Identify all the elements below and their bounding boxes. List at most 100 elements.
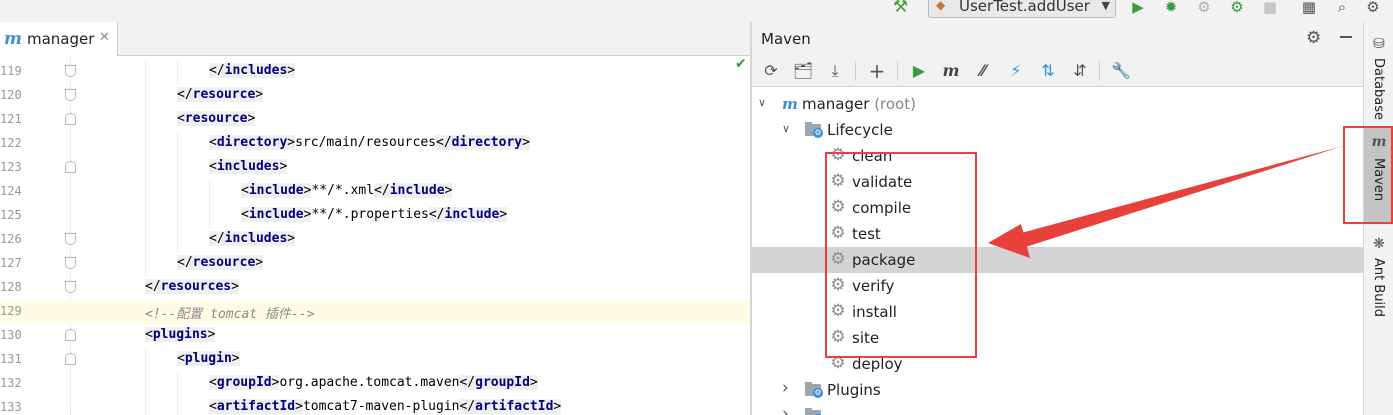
tree-root-label: manager (root) bbox=[802, 95, 916, 113]
fold-marker-icon[interactable] bbox=[65, 161, 76, 173]
indent-guide bbox=[177, 60, 178, 84]
code-line[interactable]: 126 </includes> bbox=[0, 228, 750, 252]
run-configuration-dropdown[interactable]: ◆ UserTest.addUser ▼ bbox=[928, 0, 1116, 18]
tree-root-suffix: (root) bbox=[874, 95, 916, 113]
settings-icon[interactable]: ⚙ bbox=[1362, 0, 1384, 16]
plugins-label: Plugins bbox=[827, 381, 881, 399]
skip-tests-icon[interactable]: ⚡ bbox=[1005, 60, 1027, 82]
line-number: 132 bbox=[0, 376, 22, 390]
fold-marker-icon[interactable] bbox=[65, 353, 76, 365]
line-number: 131 bbox=[0, 352, 22, 366]
code-line[interactable]: 130 <plugins> bbox=[0, 324, 750, 348]
wrench-icon[interactable]: 🔧 bbox=[1110, 60, 1132, 82]
code-area[interactable]: 119 </includes> 120 </resource> 121 <resource… bbox=[0, 56, 750, 415]
hammer-icon[interactable]: ⚒ bbox=[893, 0, 915, 16]
chevron-down-icon: ▼ bbox=[1101, 0, 1110, 12]
code-line[interactable]: 119 </includes> bbox=[0, 60, 750, 84]
code-line[interactable]: 122 <directory>src/main/resources</direct… bbox=[0, 132, 750, 156]
fold-marker-icon[interactable] bbox=[65, 65, 76, 77]
indent-guide bbox=[145, 84, 146, 108]
coverage-icon[interactable]: ⚙ bbox=[1193, 0, 1215, 16]
indent-guide bbox=[209, 204, 210, 228]
code-line[interactable]: 120 </resource> bbox=[0, 84, 750, 108]
download-icon[interactable]: ⤓ bbox=[824, 60, 846, 82]
code-line[interactable]: 129 <!--配置 tomcat 插件--> bbox=[0, 300, 750, 324]
code-line[interactable]: 124 <include>**/*.xml</include> bbox=[0, 180, 750, 204]
line-number: 133 bbox=[0, 400, 22, 414]
gear-icon[interactable]: ⚙ bbox=[1306, 28, 1321, 48]
debug-icon[interactable]: ✹ bbox=[1160, 0, 1182, 16]
code-line[interactable]: 123 <includes> bbox=[0, 156, 750, 180]
database-label: Database bbox=[1371, 58, 1386, 121]
line-number: 121 bbox=[0, 112, 22, 126]
toolbar-separator bbox=[897, 61, 898, 81]
line-number: 125 bbox=[0, 208, 22, 222]
chevron-right-icon[interactable]: › bbox=[782, 378, 789, 398]
tab-label: manager bbox=[27, 30, 95, 48]
indent-guide bbox=[145, 156, 146, 180]
profile-icon[interactable]: ⚙ bbox=[1226, 0, 1248, 16]
indent-guide bbox=[145, 132, 146, 156]
toggle-offline-icon[interactable]: ⁄⁄ bbox=[972, 60, 994, 82]
tree-plugins[interactable]: › ⚙ Plugins bbox=[752, 377, 1363, 403]
toolbar-separator bbox=[855, 61, 856, 81]
inspection-ok-icon: ✔ bbox=[735, 56, 747, 72]
fold-marker-icon[interactable] bbox=[65, 257, 76, 269]
code-line[interactable]: 125 <include>**/*.properties</include> bbox=[0, 204, 750, 228]
code-text: <!--配置 tomcat 插件--> bbox=[145, 307, 315, 322]
fold-marker-icon[interactable] bbox=[65, 113, 76, 125]
fold-marker-icon[interactable] bbox=[65, 233, 76, 245]
maven-title: Maven bbox=[761, 30, 811, 48]
run-icon[interactable]: ▶ bbox=[1127, 0, 1149, 16]
generate-sources-icon[interactable]: 🗂 bbox=[792, 60, 814, 82]
code-text: <plugins> bbox=[145, 327, 216, 342]
annotation-box-lifecycle bbox=[825, 152, 977, 358]
code-line[interactable]: 132 <groupId>org.apache.tomcat.maven</gro… bbox=[0, 372, 750, 396]
fold-marker-icon[interactable] bbox=[65, 89, 76, 101]
tree-root-manager[interactable]: ∨ m manager (root) bbox=[752, 91, 1363, 117]
chevron-right-icon[interactable]: › bbox=[782, 404, 789, 415]
chevron-down-icon[interactable]: ∨ bbox=[782, 122, 790, 135]
stop-icon[interactable]: ■ bbox=[1259, 0, 1281, 16]
tree-lifecycle[interactable]: ∨ ⚙ Lifecycle bbox=[752, 117, 1363, 143]
indent-guide bbox=[145, 108, 146, 132]
editor-tab-bar: m manager ✕ bbox=[0, 22, 750, 56]
run-config-label: UserTest.addUser bbox=[959, 0, 1090, 15]
run-icon[interactable]: ▶ bbox=[908, 60, 930, 82]
tab-manager-pom[interactable]: m manager ✕ bbox=[0, 22, 118, 56]
tree-dependencies[interactable]: ›⚙ bbox=[752, 403, 1363, 415]
show-dependencies-icon[interactable]: ⇅ bbox=[1037, 60, 1059, 82]
fold-marker-icon[interactable] bbox=[65, 281, 76, 293]
indent-guide bbox=[145, 396, 146, 415]
code-line[interactable]: 128 </resources> bbox=[0, 276, 750, 300]
toolbar-separator bbox=[1099, 61, 1100, 81]
indent-guide bbox=[145, 348, 146, 372]
indent-guide bbox=[145, 180, 146, 204]
code-line[interactable]: 131 <plugin> bbox=[0, 348, 750, 372]
search-everywhere-icon[interactable]: ⌕ bbox=[1331, 0, 1353, 16]
reload-icon[interactable]: ⟳ bbox=[760, 60, 782, 82]
indent-guide bbox=[177, 156, 178, 180]
fold-marker-icon[interactable] bbox=[65, 329, 76, 341]
collapse-all-icon[interactable]: ⇵ bbox=[1069, 60, 1091, 82]
database-tool-button[interactable]: ⛁ Database bbox=[1364, 32, 1393, 132]
line-number: 120 bbox=[0, 88, 22, 102]
code-text: <includes> bbox=[209, 159, 288, 174]
minimize-icon[interactable] bbox=[1340, 36, 1352, 38]
code-text: </resources> bbox=[145, 279, 239, 294]
execute-goal-icon[interactable]: m bbox=[940, 60, 962, 82]
indent-guide bbox=[177, 132, 178, 156]
chevron-down-icon[interactable]: ∨ bbox=[758, 96, 766, 109]
indent-guide bbox=[145, 228, 146, 252]
close-icon[interactable]: ✕ bbox=[99, 30, 110, 45]
code-text: <artifactId>tomcat7-maven-plugin</artifa… bbox=[209, 399, 562, 414]
code-line[interactable]: 121 <resource> bbox=[0, 108, 750, 132]
add-icon[interactable]: + bbox=[866, 60, 888, 82]
project-structure-icon[interactable]: ▦ bbox=[1298, 0, 1320, 16]
indent-guide bbox=[177, 204, 178, 228]
code-line[interactable]: 133 <artifactId>tomcat7-maven-plugin</art… bbox=[0, 396, 750, 415]
ant-build-tool-button[interactable]: ❋ Ant Build bbox=[1364, 232, 1393, 332]
code-line[interactable]: 127 </resource> bbox=[0, 252, 750, 276]
line-number: 128 bbox=[0, 280, 22, 294]
indent-guide bbox=[145, 204, 146, 228]
